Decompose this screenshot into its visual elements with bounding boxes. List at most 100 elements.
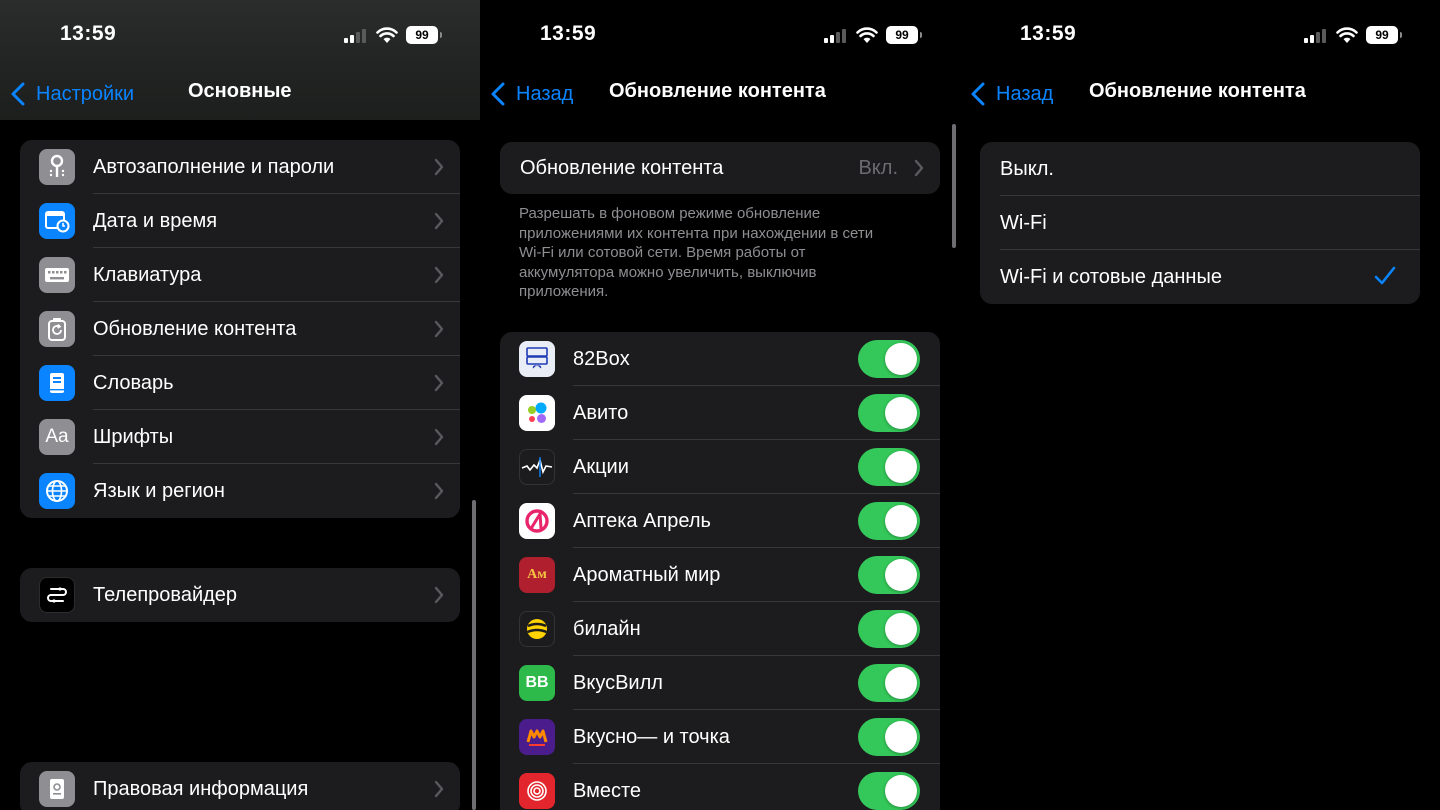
font-icon: Aa	[39, 419, 75, 455]
status-time: 13:59	[60, 22, 117, 45]
app-name: билайн	[573, 617, 641, 640]
chevron-right-icon	[434, 780, 444, 798]
row-background-app-refresh[interactable]: Обновление контента	[20, 302, 460, 356]
chevron-right-icon	[434, 212, 444, 230]
apteka-aprel-icon	[519, 503, 555, 539]
row-dictionary[interactable]: Словарь	[20, 356, 460, 410]
chevron-right-icon	[434, 482, 444, 500]
row-language-region[interactable]: Язык и регион	[20, 464, 460, 518]
row-background-refresh-mode[interactable]: Обновление контента Вкл.	[500, 142, 940, 194]
app-refresh-toggle[interactable]	[858, 556, 920, 594]
row-label: Обновление контента	[93, 317, 297, 340]
app-refresh-toggle[interactable]	[858, 718, 920, 756]
navigation-bar: Назад Обновление контента	[960, 74, 1440, 114]
keyboard-icon	[39, 257, 75, 293]
calendar-clock-icon	[39, 203, 75, 239]
scrollbar[interactable]	[472, 500, 476, 810]
app-refresh-toggle[interactable]	[858, 664, 920, 702]
app-name: 82Box	[573, 347, 630, 370]
row-label: Правовая информация	[93, 777, 309, 800]
settings-group-refresh: Обновление контента Вкл.	[500, 142, 940, 194]
row-label: Словарь	[93, 371, 174, 394]
82box-icon	[519, 341, 555, 377]
wifi-icon	[1336, 27, 1358, 43]
back-button[interactable]: Назад	[490, 78, 573, 110]
option-wifi[interactable]: Wi-Fi	[980, 196, 1420, 250]
app-row: Ам Ароматный мир	[500, 548, 940, 602]
app-name: ВкусВилл	[573, 671, 663, 694]
navigation-bar: Назад Обновление контента	[480, 74, 960, 114]
navigation-bar: Настройки Основные	[0, 74, 480, 114]
row-label: Обновление контента	[520, 156, 724, 179]
back-button-label: Назад	[516, 82, 574, 105]
row-keyboard[interactable]: Клавиатура	[20, 248, 460, 302]
row-label: Дата и время	[93, 209, 218, 232]
chevron-right-icon	[434, 266, 444, 284]
app-name: Вкусно— и точка	[573, 725, 730, 748]
tv-provider-icon	[39, 577, 75, 613]
apps-list: 82Box Авито Акции Аптека Апрель Ам Арома…	[500, 332, 940, 810]
panel-general-settings: 13:59 99 Настройки Основные Автозаполнен…	[0, 0, 480, 810]
back-button-label: Назад	[996, 82, 1054, 105]
back-button[interactable]: Назад	[970, 78, 1053, 110]
app-name: Авито	[573, 401, 629, 424]
app-row: Вместе	[500, 764, 940, 810]
option-wifi-cellular[interactable]: Wi-Fi и сотовые данные	[980, 250, 1420, 304]
status-time: 13:59	[1020, 22, 1077, 45]
scrollbar[interactable]	[952, 124, 956, 248]
app-row: 82Box	[500, 332, 940, 386]
row-value: Вкл.	[858, 156, 898, 179]
settings-group-tv-provider: Телепровайдер	[20, 568, 460, 622]
app-refresh-toggle[interactable]	[858, 394, 920, 432]
app-refresh-toggle[interactable]	[858, 772, 920, 810]
chevron-right-icon	[434, 158, 444, 176]
option-label: Wi-Fi и сотовые данные	[1000, 265, 1222, 288]
cellular-signal-icon	[824, 29, 848, 43]
app-name: Аптека Апрель	[573, 509, 711, 532]
row-legal-information[interactable]: Правовая информация	[20, 762, 460, 810]
app-row: Авито	[500, 386, 940, 440]
app-refresh-toggle[interactable]	[858, 502, 920, 540]
back-button-label: Настройки	[36, 82, 135, 105]
option-label: Wi-Fi	[1000, 211, 1047, 234]
app-row: BB ВкусВилл	[500, 656, 940, 710]
checkmark-icon	[1374, 266, 1396, 285]
chevron-right-icon	[434, 374, 444, 392]
section-footer: Разрешать в фоновом режиме обновление пр…	[519, 205, 874, 301]
chevron-right-icon	[434, 586, 444, 604]
vmeste-icon	[519, 773, 555, 809]
app-row: Акции	[500, 440, 940, 494]
row-date-time[interactable]: Дата и время	[20, 194, 460, 248]
battery-icon: 99	[1366, 26, 1402, 44]
back-button[interactable]: Настройки	[10, 78, 134, 110]
stocks-icon	[519, 449, 555, 485]
app-row: Вкусно— и точка	[500, 710, 940, 764]
option-label: Выкл.	[1000, 157, 1054, 180]
avito-icon	[519, 395, 555, 431]
row-tv-provider[interactable]: Телепровайдер	[20, 568, 460, 622]
chevron-right-icon	[914, 159, 924, 177]
aromatny-mir-icon: Ам	[519, 557, 555, 593]
beeline-icon	[519, 611, 555, 647]
battery-icon: 99	[886, 26, 922, 44]
row-label: Язык и регион	[93, 479, 225, 502]
app-refresh-toggle[interactable]	[858, 448, 920, 486]
row-autofill-passwords[interactable]: Автозаполнение и пароли	[20, 140, 460, 194]
globe-icon	[39, 473, 75, 509]
status-bar: 13:59 99	[0, 22, 480, 50]
app-name: Акции	[573, 455, 629, 478]
option-off[interactable]: Выкл.	[980, 142, 1420, 196]
vkusno-i-tochka-icon	[519, 719, 555, 755]
legal-icon	[39, 771, 75, 807]
wifi-icon	[856, 27, 878, 43]
refresh-options-group: Выкл. Wi-Fi Wi-Fi и сотовые данные	[980, 142, 1420, 304]
panel-background-refresh: 13:59 99 Назад Обновление контента Обнов…	[480, 0, 960, 810]
chevron-right-icon	[434, 320, 444, 338]
app-refresh-toggle[interactable]	[858, 610, 920, 648]
refresh-icon	[39, 311, 75, 347]
app-refresh-toggle[interactable]	[858, 340, 920, 378]
wifi-icon	[376, 27, 398, 43]
battery-icon: 99	[406, 26, 442, 44]
row-fonts[interactable]: Aa Шрифты	[20, 410, 460, 464]
status-bar: 13:59 99	[960, 22, 1440, 50]
